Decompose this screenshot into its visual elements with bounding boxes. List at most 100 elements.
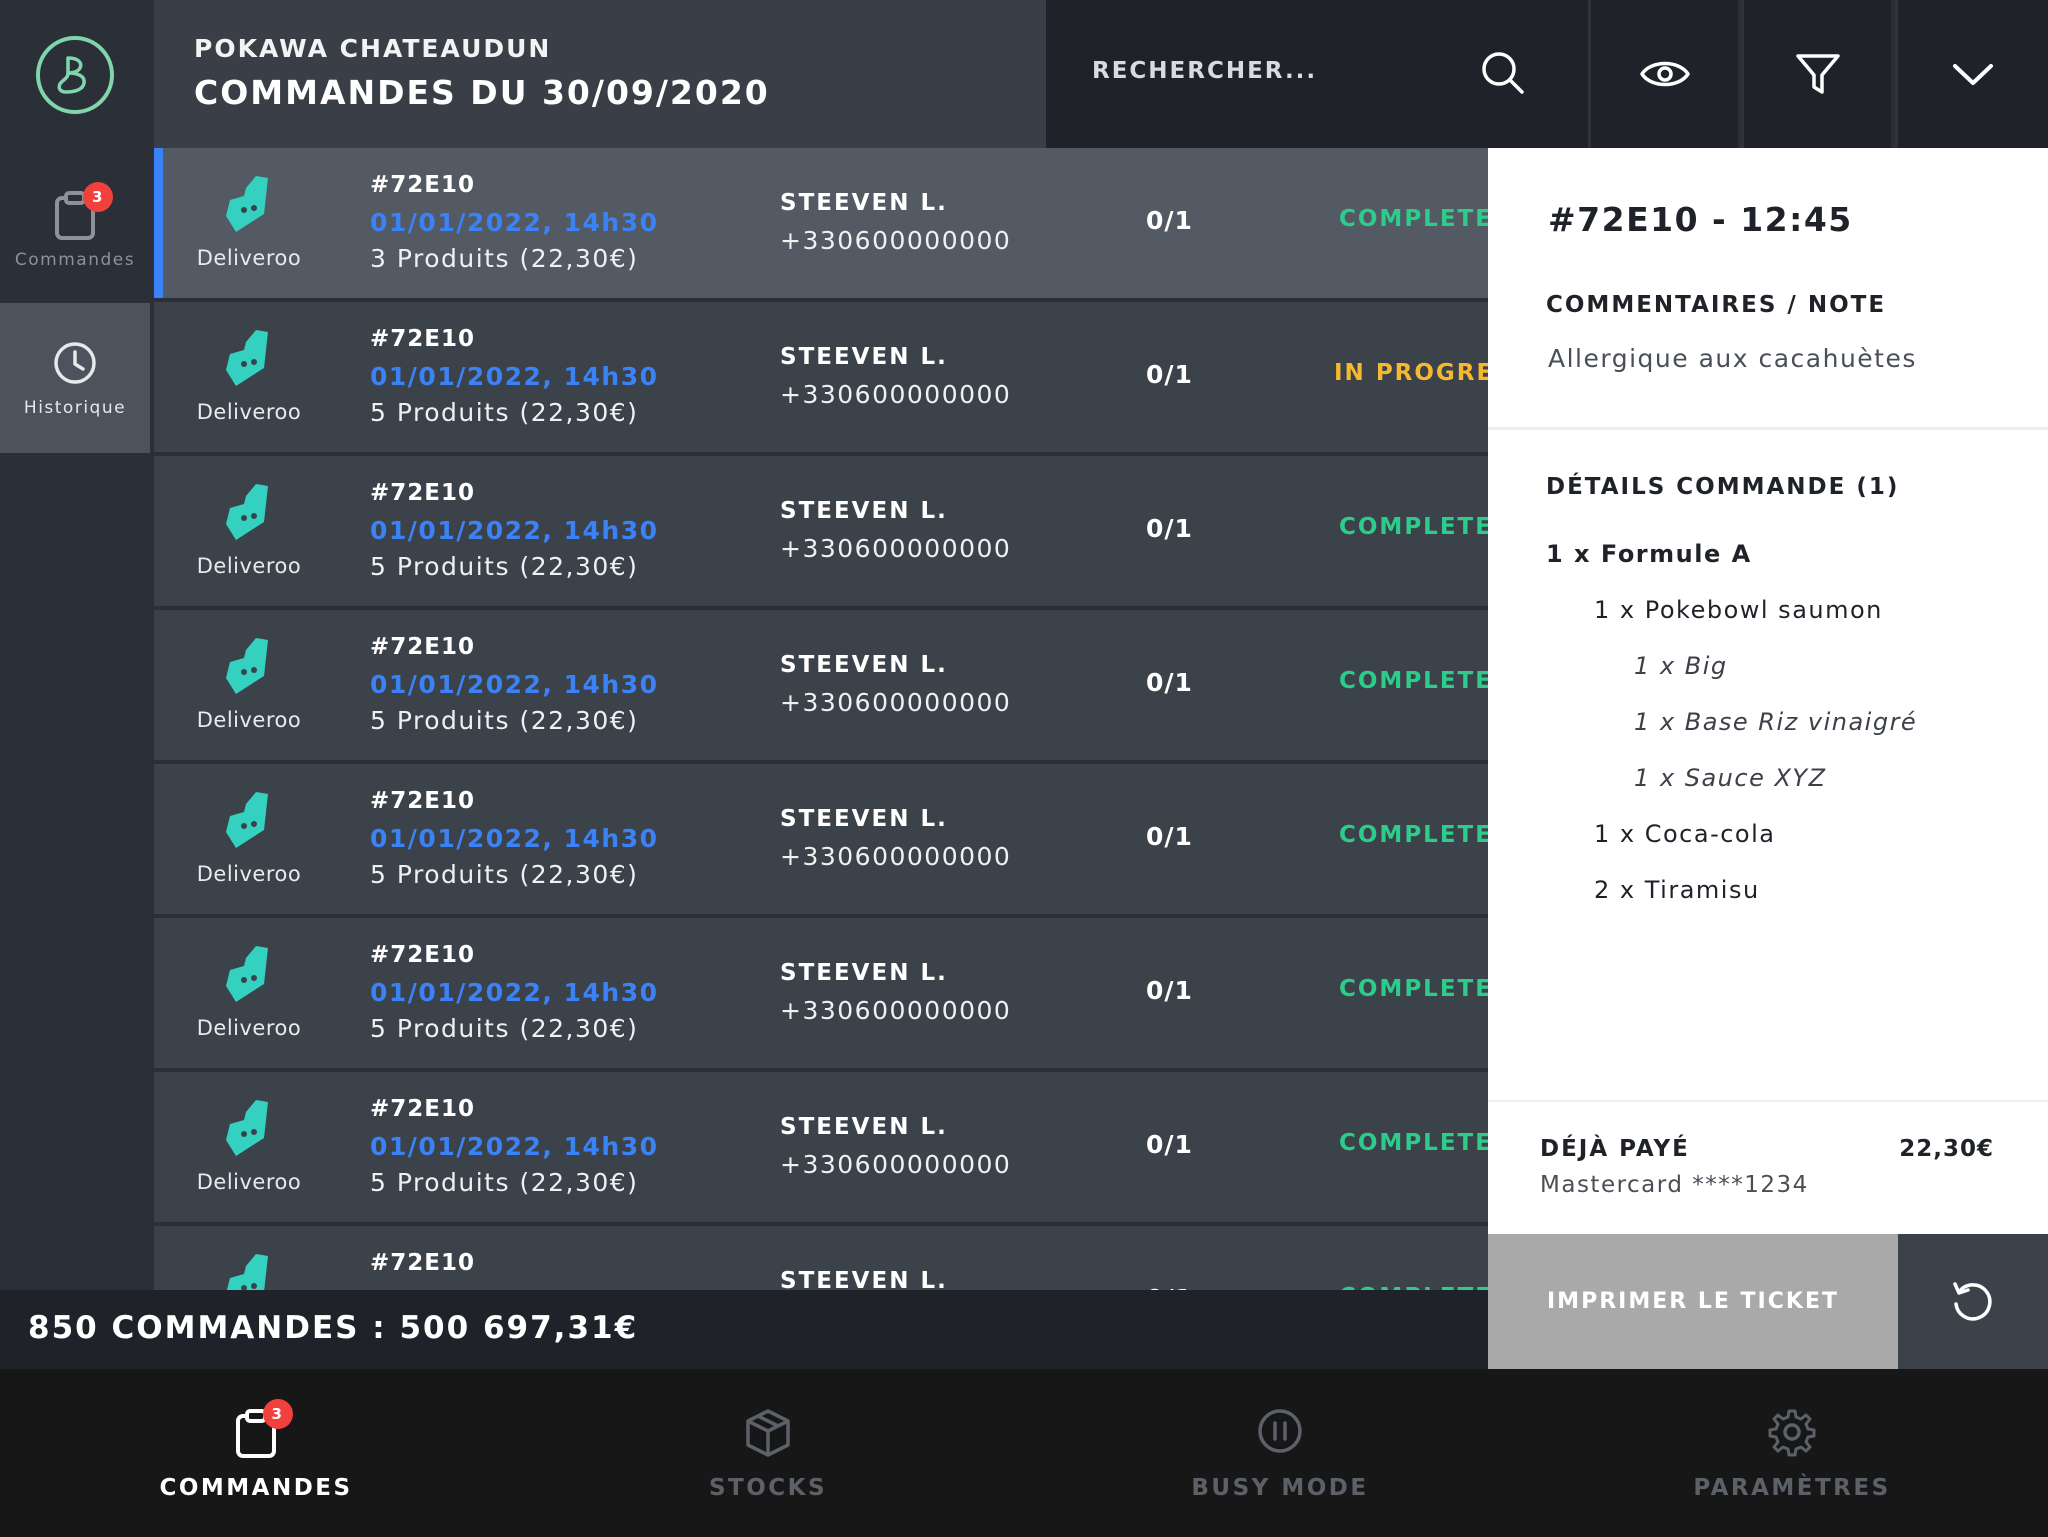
tab-label: BUSY MODE (1191, 1475, 1369, 1501)
deliveroo-icon (222, 636, 278, 698)
order-id: #72E10 (370, 1250, 475, 1276)
order-products: 5 Produits (22,30€) (370, 860, 639, 889)
payment-card: Mastercard ****1234 (1540, 1172, 1809, 1198)
order-date: 01/01/2022, 14h30 (370, 362, 659, 391)
order-count: 0/1 (1146, 976, 1193, 1005)
order-id: #72E10 (370, 480, 475, 506)
customer-phone: +330600000000 (780, 380, 1012, 409)
order-count: 0/1 (1146, 514, 1193, 543)
order-row[interactable]: Deliveroo #72E10 01/01/2022, 14h30 5 Pro… (154, 610, 1488, 760)
page-header: POKAWA CHATEAUDUN COMMANDES DU 30/09/202… (154, 0, 1046, 148)
note-heading: COMMENTAIRES / NOTE (1546, 292, 1887, 318)
platform-name: Deliveroo (196, 1170, 302, 1194)
order-id: #72E10 (370, 942, 475, 968)
pause-icon (1255, 1407, 1305, 1459)
platform-name: Deliveroo (196, 400, 302, 424)
order-row[interactable]: Deliveroo #72E10 01/01/2022, 14h30 3 Pro… (154, 148, 1488, 298)
sidebar-item-label: Commandes (14, 250, 136, 270)
deliveroo-icon (222, 1098, 278, 1160)
status-badge: COMPLETED (1339, 514, 1488, 540)
sidebar-item-commandes[interactable]: 3 Commandes (0, 155, 150, 305)
tab-commandes[interactable]: 3 COMMANDES (0, 1369, 512, 1537)
box-icon (743, 1407, 793, 1459)
sidebar: 3 Commandes Historique (0, 0, 154, 1369)
app-logo[interactable] (36, 36, 114, 114)
status-badge: COMPLETED (1339, 976, 1488, 1002)
order-id: #72E10 (370, 788, 475, 814)
store-name: POKAWA CHATEAUDUN (194, 34, 552, 63)
platform-name: Deliveroo (196, 246, 302, 270)
payment-section: DÉJÀ PAYÉ 22,30€ Mastercard ****1234 (1488, 1100, 2048, 1234)
order-item-line: 1 x Sauce XYZ (1634, 764, 1827, 792)
brand-b-icon (57, 56, 86, 94)
tab-busy-mode[interactable]: BUSY MODE (1024, 1369, 1536, 1537)
clipboard-icon: 3 (231, 1399, 293, 1459)
filter-button[interactable] (1741, 0, 1891, 148)
orders-total: 850 COMMANDES : 500 697,31€ (0, 1290, 1488, 1369)
order-products: 5 Produits (22,30€) (370, 1168, 639, 1197)
search-bar[interactable]: RECHERCHER... (1046, 0, 1588, 148)
platform-name: Deliveroo (196, 708, 302, 732)
order-id: #72E10 (370, 1096, 475, 1122)
dropdown-button[interactable] (1895, 0, 2048, 148)
order-item-line: 1 x Coca-cola (1594, 820, 1776, 848)
tab-stocks[interactable]: STOCKS (512, 1369, 1024, 1537)
customer-name: STEEVEN L. (780, 1114, 948, 1140)
eye-icon (1639, 61, 1690, 87)
status-badge: COMPLETED (1339, 1130, 1488, 1156)
visibility-button[interactable] (1588, 0, 1738, 148)
customer-phone: +330600000000 (780, 1150, 1012, 1179)
order-date: 01/01/2022, 14h30 (370, 824, 659, 853)
order-item-line: 1 x Big (1634, 652, 1728, 680)
deliveroo-icon (222, 328, 278, 390)
order-row[interactable]: Deliveroo #72E10 01/01/2022, 14h30 5 Pro… (154, 1072, 1488, 1222)
order-count: 0/1 (1146, 822, 1193, 851)
customer-name: STEEVEN L. (780, 652, 948, 678)
order-row[interactable]: Deliveroo #72E10 01/01/2022, 14h30 5 Pro… (154, 1226, 1488, 1290)
order-item-line: 1 x Base Riz vinaigré (1634, 708, 1918, 736)
order-count: 0/1 (1146, 360, 1193, 389)
platform-name: Deliveroo (196, 554, 302, 578)
customer-name: STEEVEN L. (780, 344, 948, 370)
payment-amount: 22,30€ (1899, 1136, 1994, 1162)
order-products: 5 Produits (22,30€) (370, 1014, 639, 1043)
print-ticket-button[interactable]: IMPRIMER LE TICKET (1488, 1234, 1898, 1369)
detail-title: #72E10 - 12:45 (1548, 200, 1853, 239)
order-date: 01/01/2022, 14h30 (370, 208, 659, 237)
order-row[interactable]: Deliveroo #72E10 01/01/2022, 14h30 5 Pro… (154, 456, 1488, 606)
order-row[interactable]: Deliveroo #72E10 01/01/2022, 14h30 5 Pro… (154, 918, 1488, 1068)
customer-phone: +330600000000 (780, 688, 1012, 717)
page-title: COMMANDES DU 30/09/2020 (194, 73, 770, 112)
deliveroo-icon (222, 174, 278, 236)
tab-label: COMMANDES (159, 1475, 353, 1501)
refresh-button[interactable] (1898, 1234, 2048, 1369)
platform-name: Deliveroo (196, 1016, 302, 1040)
order-products: 5 Produits (22,30€) (370, 398, 639, 427)
customer-name: STEEVEN L. (780, 498, 948, 524)
tab-parametres[interactable]: PARAMÈTRES (1536, 1369, 2048, 1537)
customer-phone: +330600000000 (780, 226, 1012, 255)
sidebar-item-label: Historique (23, 398, 127, 418)
search-input[interactable]: RECHERCHER... (1092, 58, 1317, 84)
order-detail-panel: #72E10 - 12:45 COMMENTAIRES / NOTE Aller… (1488, 148, 2048, 1234)
order-products: 5 Produits (22,30€) (370, 706, 639, 735)
order-list: Deliveroo #72E10 01/01/2022, 14h30 3 Pro… (154, 148, 1488, 1290)
order-note: Allergique aux cacahuètes (1548, 344, 1917, 373)
sidebar-item-historique[interactable]: Historique (0, 303, 150, 453)
customer-name: STEEVEN L. (780, 1268, 948, 1290)
status-badge: IN PROGRESS (1334, 360, 1488, 386)
order-item-line: 2 x Tiramisu (1594, 876, 1760, 904)
search-icon[interactable] (1478, 48, 1528, 98)
order-row[interactable]: Deliveroo #72E10 01/01/2022, 14h30 5 Pro… (154, 302, 1488, 452)
payment-label: DÉJÀ PAYÉ (1540, 1136, 1690, 1162)
order-count: 0/1 (1146, 1130, 1193, 1159)
platform-name: Deliveroo (196, 862, 302, 886)
customer-phone: +330600000000 (780, 842, 1012, 871)
status-badge: COMPLETED (1339, 822, 1488, 848)
order-date: 01/01/2022, 14h30 (370, 1132, 659, 1161)
customer-name: STEEVEN L. (780, 806, 948, 832)
order-date: 01/01/2022, 14h30 (370, 516, 659, 545)
tab-label: STOCKS (708, 1475, 828, 1501)
order-row[interactable]: Deliveroo #72E10 01/01/2022, 14h30 5 Pro… (154, 764, 1488, 914)
order-date: 01/01/2022, 14h30 (370, 978, 659, 1007)
